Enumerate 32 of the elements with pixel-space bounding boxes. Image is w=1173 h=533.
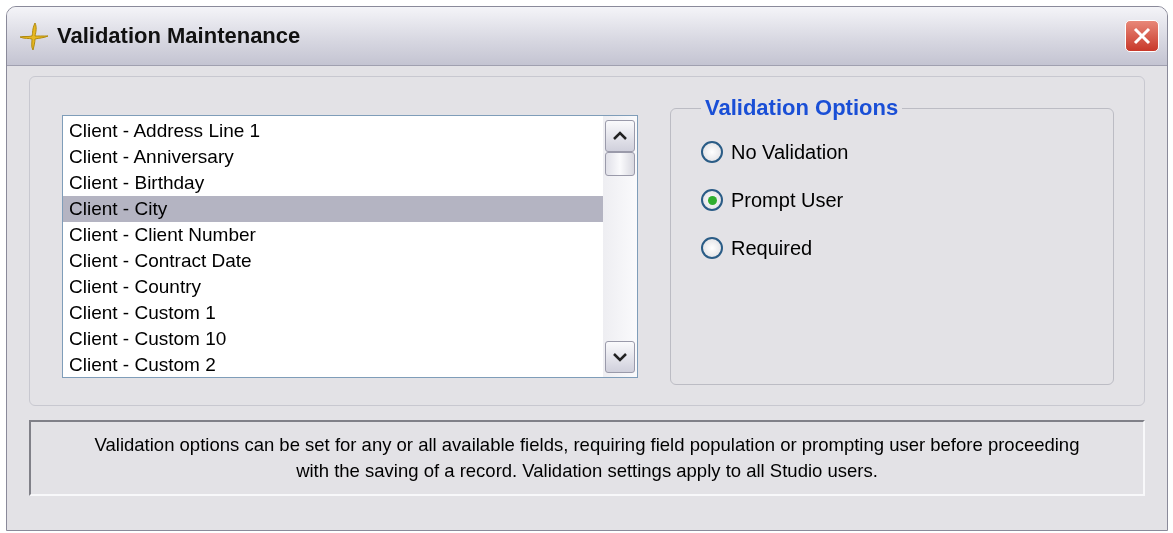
list-item[interactable]: Client - Birthday (63, 170, 603, 196)
list-item[interactable]: Client - Custom 10 (63, 326, 603, 352)
close-icon (1132, 26, 1152, 46)
list-item[interactable]: Client - Country (63, 274, 603, 300)
option-label: Required (731, 236, 813, 260)
radio-option[interactable]: No Validation (701, 131, 1083, 173)
list-item[interactable]: Client - Anniversary (63, 144, 603, 170)
list-item[interactable]: Client - Custom 2 (63, 352, 603, 378)
close-button[interactable] (1125, 20, 1159, 52)
chevron-up-icon (612, 131, 628, 141)
list-item[interactable]: Client - Address Line 1 (63, 118, 603, 144)
option-label: Prompt User (731, 188, 844, 212)
scrollbar[interactable] (603, 116, 637, 377)
list-item[interactable]: Client - Contract Date (63, 248, 603, 274)
option-label: No Validation (731, 140, 849, 164)
radio-button[interactable] (701, 141, 723, 163)
radio-option[interactable]: Prompt User (701, 179, 1083, 221)
scroll-thumb[interactable] (605, 152, 635, 176)
field-list[interactable]: Client - Address Line 1 Client - Anniversary Client - Birthday Client - City Client - Client Number Client - Contract Date Client - Country Client - Custom 1 Client - Custom 10 Client - Custom 2 (62, 115, 638, 378)
scroll-down-button[interactable] (605, 341, 635, 373)
list-item[interactable]: Client - Custom 1 (63, 300, 603, 326)
list-item[interactable]: Client - City (63, 196, 603, 222)
list-item[interactable]: Client - Client Number (63, 222, 603, 248)
group-title: Validation Options (704, 95, 900, 121)
cross-icon (19, 21, 49, 51)
scroll-up-button[interactable] (605, 120, 635, 152)
radio-button[interactable] (701, 237, 723, 259)
window-title: Validation Maintenance (57, 23, 302, 49)
radio-button[interactable] (701, 189, 723, 211)
chevron-down-icon (612, 352, 628, 362)
radio-option[interactable]: Required (701, 227, 1083, 269)
info-text: Validation options can be set for any or all available fields, requiring field population or prompting user before proceeding with the saving of a record. Validation settings apply to all Studio users. (93, 433, 1081, 483)
